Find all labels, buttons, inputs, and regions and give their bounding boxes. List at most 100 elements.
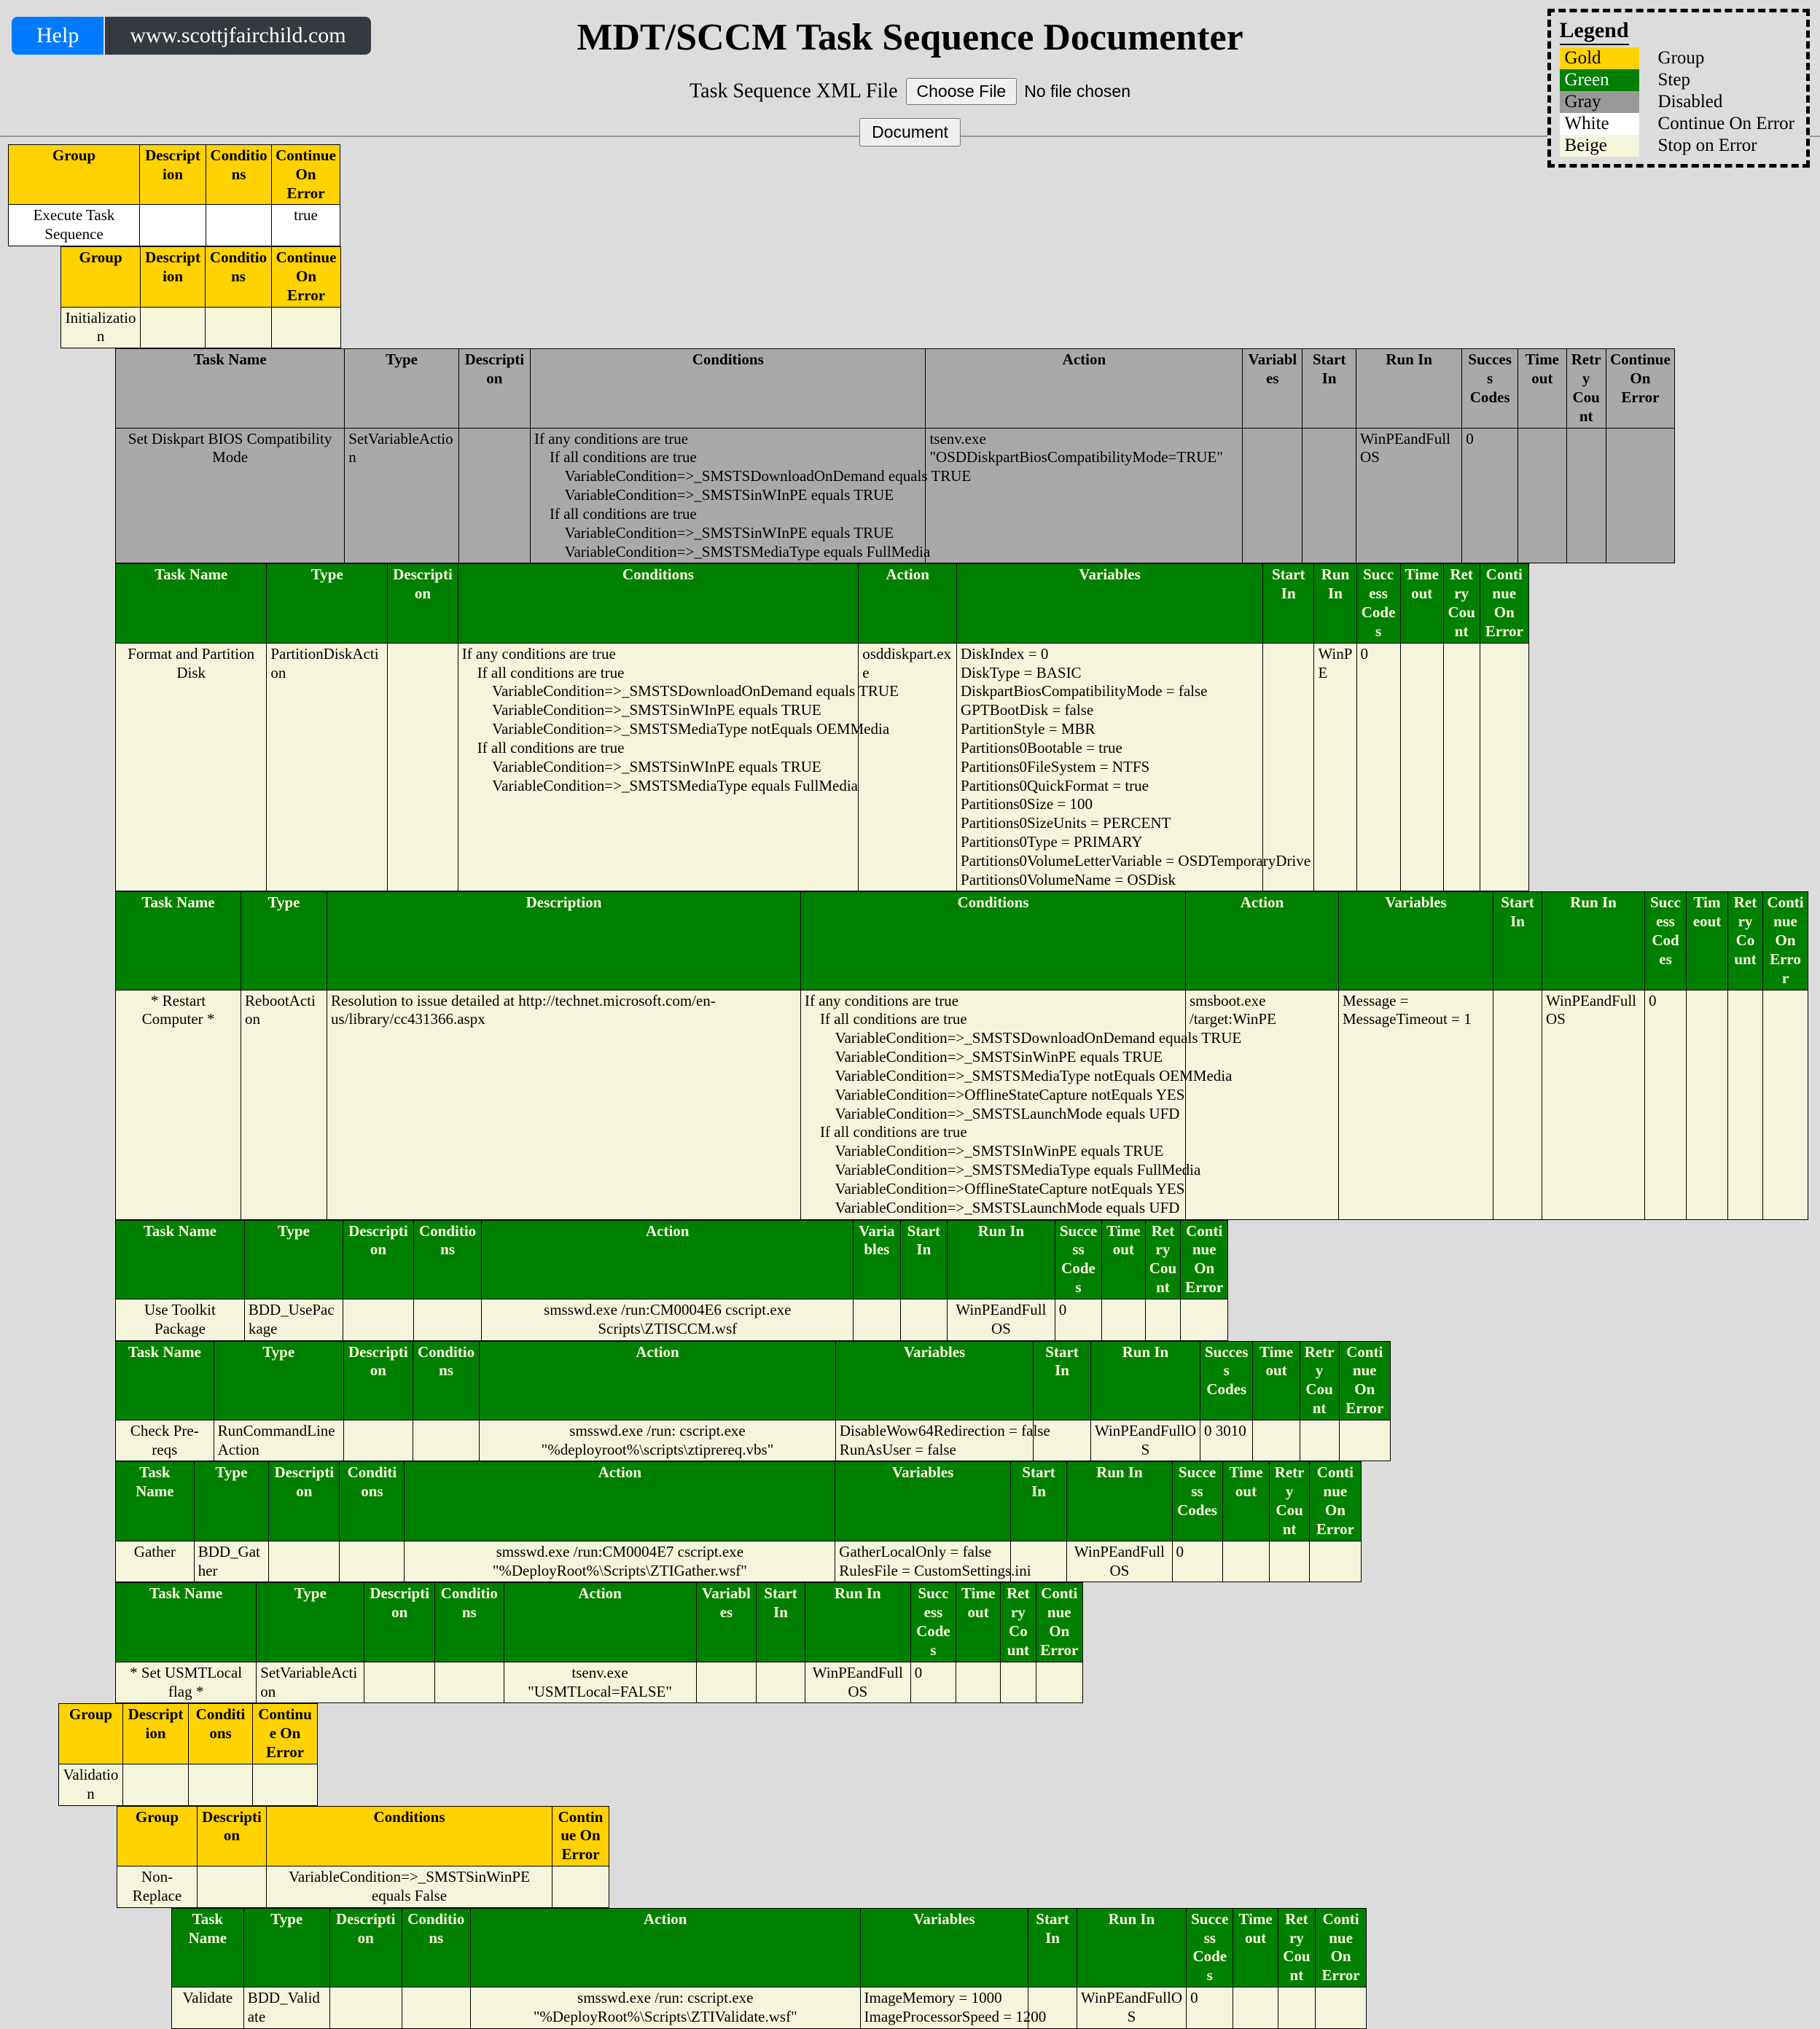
- table-header-row: Group Description Conditions Continue On…: [8, 144, 340, 206]
- website-link-button[interactable]: www.scottjfairchild.com: [105, 17, 371, 55]
- col-start-in: Start In: [899, 1219, 948, 1299]
- col-description: Description: [343, 1219, 414, 1299]
- step-action: smsswd.exe /run: cscript.exe "%deployroo…: [479, 1419, 836, 1462]
- step-conditions: If any conditions are true If all condit…: [530, 427, 971, 564]
- col-continue-on-error: Continue On Error: [1180, 1219, 1228, 1299]
- legend-swatch-green: Green: [1559, 69, 1639, 91]
- table-header-row: Task Name Type Description Conditions Ac…: [115, 891, 1808, 990]
- table-header-row: Task Name Type Description Conditions Ac…: [171, 1907, 1367, 1988]
- step-variables: DisableWow64Redirection = false RunAsUse…: [835, 1419, 1050, 1462]
- step-description: [343, 1419, 413, 1462]
- table-row: Set Diskpart BIOS Compatibility Mode Set…: [114, 427, 1676, 564]
- col-task-name: Task Name: [115, 1461, 195, 1541]
- step-continue-on-error: [1180, 1298, 1228, 1341]
- table-row: Format and Partition Disk PartitionDiskA…: [114, 642, 1529, 892]
- col-conditions: Conditions: [412, 1340, 480, 1420]
- legend-table: Gold Group Green Step Gray Disabled Whit…: [1559, 47, 1797, 157]
- col-variables: Variables: [859, 1907, 1029, 1988]
- col-continue-on-error: Continue On Error: [1035, 1582, 1084, 1662]
- step-task-name: * Restart Computer *: [115, 989, 241, 1220]
- col-action: Action: [469, 1907, 861, 1988]
- col-run-in: Run In: [1542, 891, 1645, 990]
- col-conditions: Conditions: [401, 1907, 471, 1988]
- col-task-name: Task Name: [115, 1340, 214, 1420]
- step-variables: [853, 1298, 901, 1341]
- step-success-codes: 0: [1644, 989, 1687, 1220]
- col-success-codes: Success Codes: [1461, 348, 1519, 429]
- step-start-in: [1493, 989, 1542, 1220]
- page-header: Help www.scottjfairchild.com MDT/SCCM Ta…: [0, 0, 1820, 168]
- step-success-codes: 0: [1356, 642, 1401, 892]
- col-description: Description: [343, 1340, 413, 1420]
- legend-swatch-gray: Gray: [1559, 91, 1639, 113]
- step-start-in: [1009, 1540, 1068, 1583]
- step-retry-count: [1566, 427, 1606, 564]
- col-run-in: Run In: [947, 1219, 1055, 1299]
- step-description: [364, 1661, 436, 1704]
- step-type: SetVariableAction: [256, 1661, 365, 1704]
- choose-file-button[interactable]: Choose File: [905, 78, 1018, 105]
- col-start-in: Start In: [1028, 1907, 1077, 1988]
- col-start-in: Start In: [1493, 891, 1542, 990]
- group-name: Initialization: [60, 306, 141, 349]
- table-row: Gather BDD_Gather smsswd.exe /run:CM0004…: [115, 1540, 1362, 1583]
- step-conditions: If any conditions are true If all condit…: [800, 989, 1241, 1220]
- col-group: Group: [117, 1805, 198, 1867]
- step-run-in: WinPEandFullOS: [1542, 989, 1645, 1220]
- file-picker[interactable]: Choose File No file chosen: [905, 78, 1130, 105]
- col-success-codes: Success Codes: [1644, 891, 1687, 990]
- col-run-in: Run In: [1090, 1340, 1201, 1420]
- step-action: smsswd.exe /run:CM0004E7 cscript.exe "%D…: [404, 1540, 836, 1583]
- col-action: Action: [503, 1582, 697, 1662]
- col-timeout: Timeout: [1518, 348, 1567, 429]
- legend-desc-gold: Group: [1657, 48, 1705, 68]
- col-description: Description: [122, 1703, 189, 1764]
- col-action: Action: [925, 348, 1243, 429]
- col-description: Description: [197, 1805, 267, 1867]
- step-run-in: WinPEandFullOS: [1355, 427, 1463, 564]
- col-conditions: Conditions: [206, 144, 272, 206]
- col-conditions: Conditions: [413, 1219, 483, 1299]
- col-retry-count: Retry Count: [1269, 1461, 1310, 1541]
- col-conditions: Conditions: [800, 891, 1186, 990]
- col-continue-on-error: Continue On Error: [1762, 891, 1808, 990]
- step-task-name: * Set USMTLocal flag *: [114, 1661, 257, 1704]
- step-run-in: WinPEandFullOS: [1076, 1987, 1187, 2029]
- col-type: Type: [243, 1907, 330, 1988]
- col-description: Description: [268, 1461, 340, 1541]
- step-variables: ImageMemory = 1000 ImageProcessorSpeed =…: [859, 1987, 1046, 2029]
- col-continue-on-error: Continue On Error: [271, 144, 340, 206]
- table-row: Check Pre-reqs RunCommandLineAction smss…: [115, 1419, 1391, 1462]
- col-group: Group: [60, 246, 141, 308]
- col-action: Action: [481, 1219, 854, 1299]
- group-continue-on-error: [270, 306, 342, 349]
- step-task-name: Gather: [115, 1540, 195, 1583]
- step-continue-on-error: [1605, 427, 1676, 564]
- step-description: [387, 642, 458, 892]
- step-task-name: Check Pre-reqs: [115, 1419, 214, 1462]
- document-button[interactable]: Document: [859, 118, 961, 146]
- step-run-in: WinPEandFullOS: [947, 1298, 1055, 1341]
- group-description: [139, 204, 206, 247]
- col-description: Description: [364, 1582, 436, 1662]
- step-timeout: [1252, 1419, 1300, 1462]
- col-success-codes: Success Codes: [1171, 1461, 1223, 1541]
- step-variables: DiskIndex = 0 DiskType = BASIC DiskpartB…: [956, 642, 1311, 892]
- help-button[interactable]: Help: [12, 17, 104, 55]
- step-success-codes: 0: [1054, 1298, 1103, 1341]
- col-task-name: Task Name: [114, 1582, 257, 1662]
- col-conditions: Conditions: [188, 1703, 253, 1764]
- table-header-row: Group Description Conditions Continue On…: [58, 1703, 318, 1764]
- col-run-in: Run In: [1076, 1907, 1187, 1988]
- table-header-row: Task Name Type Description Conditions Ac…: [115, 1340, 1391, 1420]
- step-timeout: [1101, 1298, 1146, 1341]
- step-description: Resolution to issue detailed at http://t…: [327, 989, 801, 1220]
- col-type: Type: [266, 563, 388, 644]
- step-continue-on-error: [1308, 1540, 1362, 1583]
- col-retry-count: Retry Count: [1277, 1907, 1316, 1988]
- col-continue-on-error: Continue On Error: [1338, 1340, 1391, 1420]
- step-conditions: [339, 1540, 405, 1583]
- step-task-name: Format and Partition Disk: [114, 642, 267, 892]
- col-timeout: Timeout: [1399, 563, 1444, 644]
- step-task-name: Use Toolkit Package: [115, 1298, 245, 1341]
